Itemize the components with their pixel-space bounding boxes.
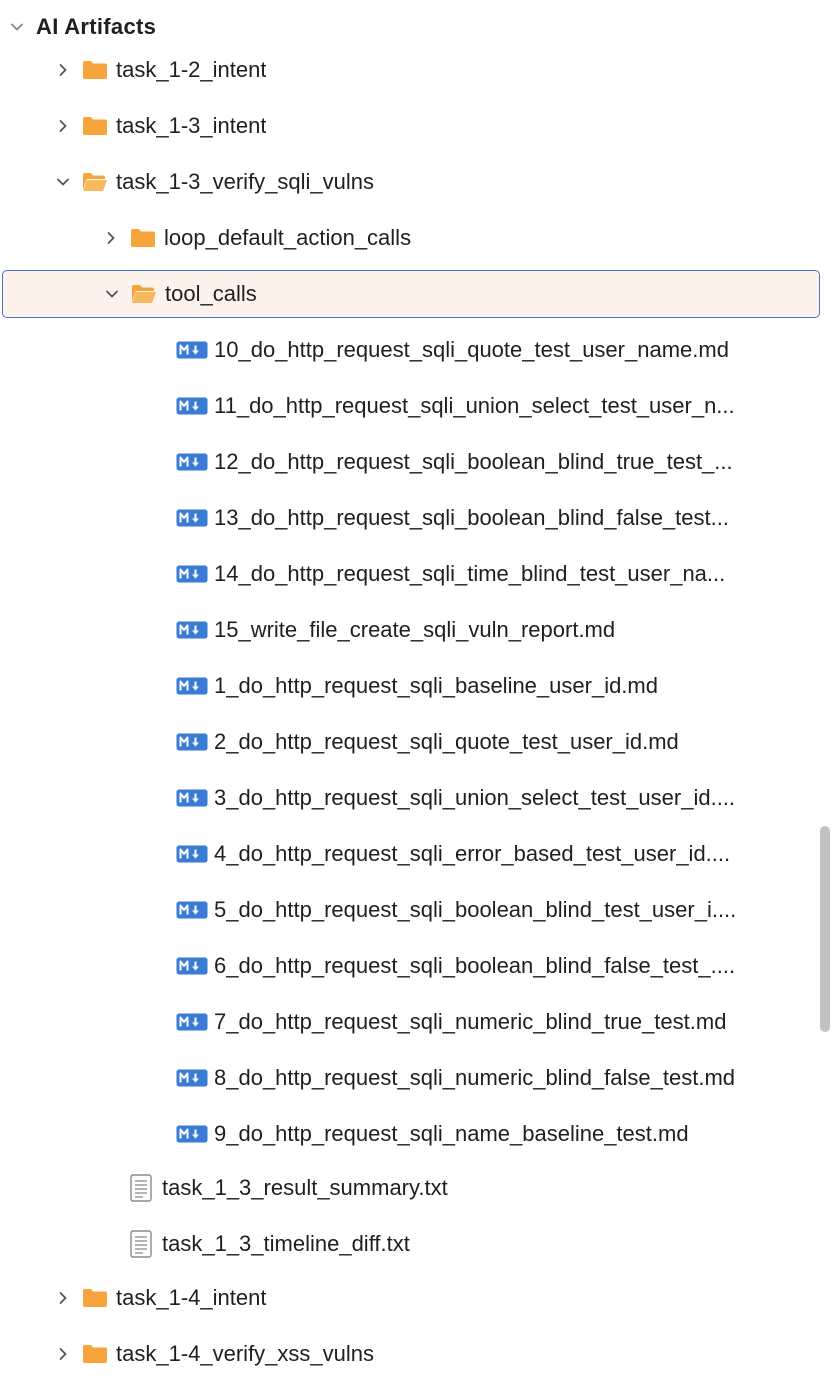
text-file-icon xyxy=(130,1230,152,1258)
tree-item-label: task_1-4_verify_xss_vulns xyxy=(116,1341,375,1366)
tree-item-label: 5_do_http_request_sqli_boolean_blind_tes… xyxy=(214,897,737,922)
folder-open-icon xyxy=(82,171,108,193)
folder-icon xyxy=(82,115,108,137)
markdown-file-icon xyxy=(176,1012,208,1032)
markdown-file-icon xyxy=(176,452,208,472)
markdown-file-icon xyxy=(176,340,208,360)
markdown-file-icon xyxy=(176,564,208,584)
tree-file-md[interactable]: 9_do_http_request_sqli_name_baseline_tes… xyxy=(0,1109,840,1159)
tree-item-label: 3_do_http_request_sqli_union_select_test… xyxy=(214,785,736,810)
tree-item-task-1-3-intent[interactable]: task_1-3_intent xyxy=(0,101,840,151)
tree-file-md[interactable]: 14_do_http_request_sqli_time_blind_test_… xyxy=(0,549,840,599)
tree-file-md[interactable]: 4_do_http_request_sqli_error_based_test_… xyxy=(0,829,840,879)
markdown-file-icon xyxy=(176,1124,208,1144)
folder-icon xyxy=(82,59,108,81)
markdown-file-icon xyxy=(176,788,208,808)
tree-item-task-1-4-verify-xss-vulns[interactable]: task_1-4_verify_xss_vulns xyxy=(0,1329,840,1379)
tree-item-label: task_1_3_result_summary.txt xyxy=(162,1175,448,1200)
tree-file-md[interactable]: 7_do_http_request_sqli_numeric_blind_tru… xyxy=(0,997,840,1047)
tree-item-label: 15_write_file_create_sqli_vuln_report.md xyxy=(214,617,616,642)
chevron-right-icon[interactable] xyxy=(100,227,122,249)
tree-item-label: task_1-3_intent xyxy=(116,113,267,138)
tree-item-label: task_1_3_timeline_diff.txt xyxy=(162,1231,410,1256)
markdown-file-icon xyxy=(176,1068,208,1088)
markdown-file-icon xyxy=(176,900,208,920)
tree-item-label: 4_do_http_request_sqli_error_based_test_… xyxy=(214,841,731,866)
tree-item-task-1-4-intent[interactable]: task_1-4_intent xyxy=(0,1273,840,1323)
markdown-file-icon xyxy=(176,508,208,528)
chevron-down-icon[interactable] xyxy=(6,16,28,38)
tree-item-label: 9_do_http_request_sqli_name_baseline_tes… xyxy=(214,1121,689,1146)
tree-root-label: AI Artifacts xyxy=(36,14,157,39)
tree-item-label: 10_do_http_request_sqli_quote_test_user_… xyxy=(214,337,729,362)
tree-item-label: 7_do_http_request_sqli_numeric_blind_tru… xyxy=(214,1009,727,1034)
tree-item-label: task_1-4_intent xyxy=(116,1285,267,1310)
tree-file-md[interactable]: 10_do_http_request_sqli_quote_test_user_… xyxy=(0,325,840,375)
tree-item-label: 11_do_http_request_sqli_union_select_tes… xyxy=(214,393,735,418)
tree-file-md[interactable]: 3_do_http_request_sqli_union_select_test… xyxy=(0,773,840,823)
markdown-file-icon xyxy=(176,956,208,976)
tree-file-md[interactable]: 5_do_http_request_sqli_boolean_blind_tes… xyxy=(0,885,840,935)
tree-item-tool-calls[interactable]: tool_calls xyxy=(2,270,820,318)
tree-item-label: tool_calls xyxy=(165,281,257,306)
tree-item-loop-default-action-calls[interactable]: loop_default_action_calls xyxy=(0,213,840,263)
tree-item-label: 8_do_http_request_sqli_numeric_blind_fal… xyxy=(214,1065,736,1090)
tree-item-label: 12_do_http_request_sqli_boolean_blind_tr… xyxy=(214,449,733,474)
markdown-file-icon xyxy=(176,732,208,752)
tree-file-md[interactable]: 11_do_http_request_sqli_union_select_tes… xyxy=(0,381,840,431)
chevron-right-icon[interactable] xyxy=(52,1287,74,1309)
folder-icon xyxy=(130,227,156,249)
chevron-right-icon[interactable] xyxy=(52,1343,74,1365)
markdown-file-icon xyxy=(176,844,208,864)
chevron-right-icon[interactable] xyxy=(52,115,74,137)
chevron-down-icon[interactable] xyxy=(101,283,123,305)
chevron-right-icon[interactable] xyxy=(52,59,74,81)
tree-file-md[interactable]: 1_do_http_request_sqli_baseline_user_id.… xyxy=(0,661,840,711)
tree-item-label: task_1-3_verify_sqli_vulns xyxy=(116,169,375,194)
tree-file-md[interactable]: 6_do_http_request_sqli_boolean_blind_fal… xyxy=(0,941,840,991)
tree-file-md[interactable]: 8_do_http_request_sqli_numeric_blind_fal… xyxy=(0,1053,840,1103)
folder-icon xyxy=(82,1287,108,1309)
tree-item-label: 6_do_http_request_sqli_boolean_blind_fal… xyxy=(214,953,736,978)
markdown-file-icon xyxy=(176,396,208,416)
tree-file-md[interactable]: 15_write_file_create_sqli_vuln_report.md xyxy=(0,605,840,655)
tree-file-md[interactable]: 12_do_http_request_sqli_boolean_blind_tr… xyxy=(0,437,840,487)
chevron-down-icon[interactable] xyxy=(52,171,74,193)
markdown-file-icon xyxy=(176,620,208,640)
folder-open-icon xyxy=(131,283,157,305)
tree-file-md[interactable]: 2_do_http_request_sqli_quote_test_user_i… xyxy=(0,717,840,767)
vertical-scrollbar-thumb[interactable] xyxy=(820,826,830,1032)
tree-item-label: loop_default_action_calls xyxy=(164,225,412,250)
tree-file-md[interactable]: 13_do_http_request_sqli_boolean_blind_fa… xyxy=(0,493,840,543)
markdown-file-icon xyxy=(176,676,208,696)
folder-icon xyxy=(82,1343,108,1365)
tree-item-task-1-3-verify-sqli-vulns[interactable]: task_1-3_verify_sqli_vulns xyxy=(0,157,840,207)
tree-item-label: 1_do_http_request_sqli_baseline_user_id.… xyxy=(214,673,658,698)
tree-file-txt[interactable]: task_1_3_result_summary.txt xyxy=(0,1163,840,1213)
tree-item-task-1-2-intent[interactable]: task_1-2_intent xyxy=(0,45,840,95)
tree-item-label: 2_do_http_request_sqli_quote_test_user_i… xyxy=(214,729,679,754)
tree-file-txt[interactable]: task_1_3_timeline_diff.txt xyxy=(0,1219,840,1269)
tree-item-label: 13_do_http_request_sqli_boolean_blind_fa… xyxy=(214,505,729,530)
tree-item-label: 14_do_http_request_sqli_time_blind_test_… xyxy=(214,561,726,586)
tree-item-label: task_1-2_intent xyxy=(116,57,267,82)
text-file-icon xyxy=(130,1174,152,1202)
